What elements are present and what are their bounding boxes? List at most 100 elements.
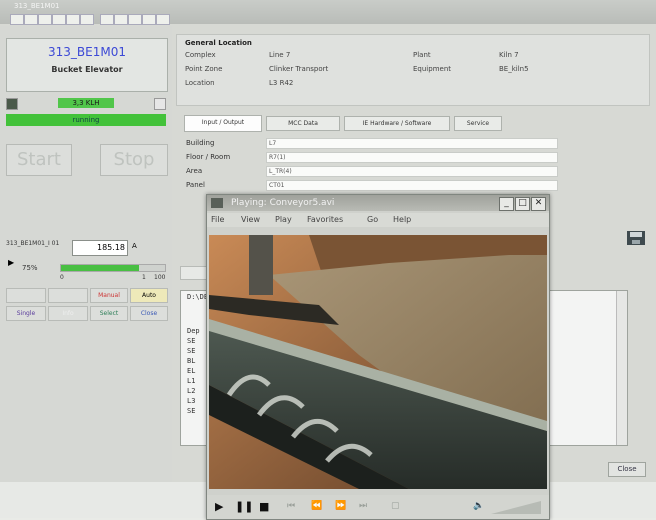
start-button[interactable]: Start [6,144,72,176]
player-title-bar: Playing: Conveyor5.avi _ □ ✕ [207,195,549,211]
mode-button-2[interactable] [48,288,88,303]
status-indicator [6,98,18,110]
volume-icon[interactable]: 🔈 [473,501,484,511]
play-icon[interactable]: ▶ [215,500,223,513]
vertical-scrollbar[interactable] [616,291,627,445]
log-line: L1 [187,377,196,385]
equipment-code: 313_BE1M01 [48,45,126,59]
general-location-header: General Location [185,39,252,47]
log-line: SE [187,347,196,355]
manual-button[interactable]: Manual [90,288,128,303]
tab-input-output[interactable]: Input / Output [184,115,262,132]
mode-button-1[interactable] [6,288,46,303]
scale-min: 0 [60,274,64,281]
window-close-button[interactable]: ✕ [531,197,546,211]
menu-play[interactable]: Play [275,215,292,224]
log-line: SE [187,407,196,415]
menu-favorites[interactable]: Favorites [307,215,343,224]
toolbar-button[interactable] [66,14,80,25]
player-menu-bar: File View Play Favorites Go Help [207,213,549,227]
running-status-bar: running [6,114,166,126]
info-value: Kiln 7 [499,51,519,59]
maximize-button[interactable]: □ [515,197,530,211]
log-line: BL [187,357,196,365]
level-bar [60,264,166,272]
status-toggle[interactable] [154,98,166,110]
player-app-icon [211,198,223,208]
log-line: L3 [187,397,196,405]
select-button[interactable]: Select [90,306,128,321]
toolbar-button[interactable] [80,14,94,25]
tab-mcc-data[interactable]: MCC Data [266,116,340,131]
menu-view[interactable]: View [241,215,260,224]
toolbar-button[interactable] [24,14,38,25]
general-location-box: General Location Complex Line 7 Plant Ki… [176,34,650,106]
reading-value: 185.18 [72,240,128,256]
toolbar-button[interactable] [114,14,128,25]
log-header: D:\DE [187,293,209,301]
field-label: Area [186,167,203,175]
close-button[interactable]: Close [608,462,646,477]
window-title: 313_BE1M01 [14,2,60,10]
skip-back-icon[interactable]: ⏮ [287,501,295,511]
reading-unit: A [132,242,137,250]
equipment-panel: 313_BE1M01 Bucket Elevator 3,3 KLH runni… [0,26,172,482]
info-key: Equipment [413,65,451,73]
field-value[interactable]: CT01 [266,180,558,191]
player-controls: ▶ ❚❚ ■ ⏮ ⏪ ⏩ ⏭ ▢ 🔈 [207,495,549,519]
field-label: Building [186,139,215,147]
field-value[interactable]: R7(1) [266,152,558,163]
scale-max: 1 [142,274,146,281]
toolbar-button[interactable] [52,14,66,25]
info-key: Complex [185,51,216,59]
status-row: 3,3 KLH [6,98,166,110]
info-value: BE_kiln5 [499,65,529,73]
field-label: Panel [186,181,205,189]
equipment-id-box: 313_BE1M01 Bucket Elevator [6,38,168,92]
video-frame[interactable] [209,235,547,489]
equipment-name: Bucket Elevator [51,65,123,74]
log-line: L2 [187,387,196,395]
menu-help[interactable]: Help [393,215,411,224]
preview-icon[interactable]: ▢ [391,501,400,511]
fast-forward-icon[interactable]: ⏩ [335,501,346,511]
play-arrow-icon: ▶ [8,258,15,267]
info-value: Line 7 [269,51,291,59]
info-key: Point Zone [185,65,223,73]
auto-button[interactable]: Auto [130,288,168,303]
stop-button[interactable]: Stop [100,144,168,176]
toolbar-button[interactable] [38,14,52,25]
info-button[interactable]: Info [48,306,88,321]
percent-label: 75% [22,264,38,272]
reading-label: 313_BE1M01_I 01 [6,240,60,247]
operating-hours: 3,3 KLH [58,98,114,108]
stop-icon[interactable]: ■ [259,500,269,513]
menu-file[interactable]: File [211,215,224,224]
toolbar-button[interactable] [10,14,24,25]
skip-forward-icon[interactable]: ⏭ [359,501,367,511]
toolbar-button[interactable] [142,14,156,25]
single-button[interactable]: Single [6,306,46,321]
info-key: Plant [413,51,431,59]
tab-ie-hardware[interactable]: IE Hardware / Software [344,116,450,131]
save-icon[interactable] [626,230,646,246]
title-bar: 313_BE1M01 [0,0,656,25]
toolbar-button[interactable] [100,14,114,25]
minimize-button[interactable]: _ [499,197,514,211]
menu-go[interactable]: Go [367,215,378,224]
info-value: Clinker Transport [269,65,329,73]
scale-end: 100 [154,274,166,281]
player-title: Playing: Conveyor5.avi [231,198,335,208]
field-value[interactable]: L_TR(4) [266,166,558,177]
rewind-icon[interactable]: ⏪ [311,501,322,511]
log-line: SE [187,337,196,345]
tab-service[interactable]: Service [454,116,502,131]
level-bar-fill [61,265,139,271]
volume-slider[interactable] [491,501,541,515]
pause-icon[interactable]: ❚❚ [235,500,253,513]
toolbar-button[interactable] [156,14,170,25]
log-line: Dep [187,327,200,335]
toolbar-button[interactable] [128,14,142,25]
close-panel-button[interactable]: Close [130,306,168,321]
field-value[interactable]: L7 [266,138,558,149]
